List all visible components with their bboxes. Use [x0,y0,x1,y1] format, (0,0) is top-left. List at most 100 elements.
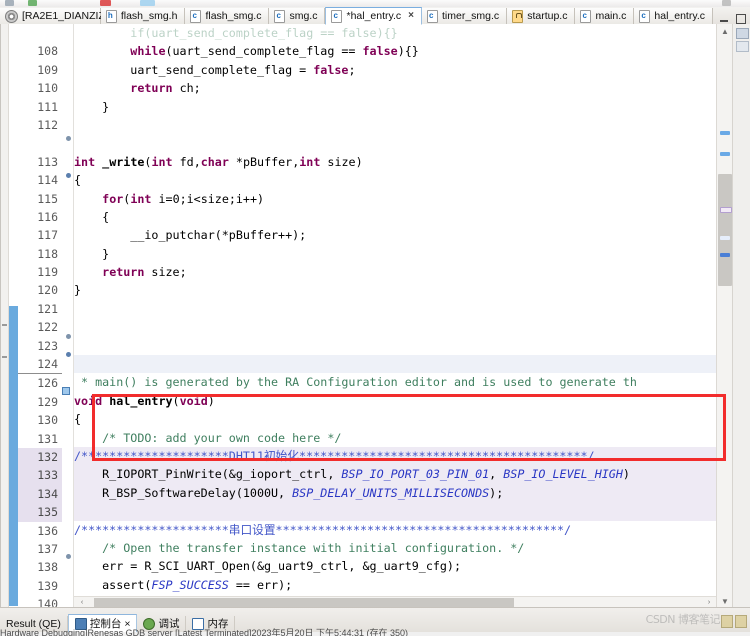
tab-label: smg.c [289,10,318,22]
build-icon[interactable] [140,0,155,6]
code-line[interactable]: { [74,171,717,189]
overview-marker[interactable] [720,131,730,135]
code-editor[interactable]: 108 109 110 111 112 113 114 115 116 117 118 119 120 1… [0,24,750,608]
tab-main-c[interactable]: main.c [575,8,635,24]
h-file-icon [105,9,117,23]
code-line[interactable]: } [74,245,717,263]
tab-smg-c[interactable]: smg.c [269,8,326,24]
fold-marker-icon[interactable] [65,173,71,178]
code-line[interactable] [74,502,717,521]
code-line[interactable]: while(uart_send_complete_flag == false){… [74,42,717,60]
tab-fsp-configuration[interactable]: [RA2E1_DIANZIZHONG1] FSP Confi... [0,8,204,24]
locked-file-icon [512,9,524,23]
line-number: 117 [37,228,58,243]
code-line[interactable] [74,134,717,152]
line-number: 111 [37,99,58,114]
line-number: 122 [37,320,58,335]
source-code-text[interactable]: if(uart_send_complete_flag == false){} w… [74,24,717,608]
line-number: 136 [37,523,58,538]
code-line[interactable]: /* TODO: add your own code here */ [74,429,717,447]
marker-tick [2,324,7,326]
line-number: 114 [37,173,58,188]
tab-startup-c[interactable]: startup.c [507,8,576,24]
tab-flash-smg-c[interactable]: flash_smg.c [185,8,270,24]
tab-hal-entry-c[interactable]: hal_entry.c [634,8,713,24]
close-icon[interactable]: × [408,8,414,24]
c-file-icon [639,9,651,23]
overview-marker[interactable] [720,207,732,213]
code-line[interactable]: int _write(int fd,char *pBuffer,int size… [74,153,717,171]
code-line[interactable] [74,116,717,134]
overview-marker[interactable] [720,253,730,257]
horizontal-scroll-thumb[interactable] [94,598,514,607]
code-line[interactable]: return ch; [74,79,717,97]
code-line[interactable]: for(int i=0;i<size;i++) [74,190,717,208]
code-line[interactable]: /*********************串口设置**************… [74,521,717,539]
overview-marker[interactable] [720,236,730,240]
editor-overview-ruler[interactable] [732,24,750,608]
fold-marker-icon[interactable] [65,352,71,357]
line-number: 120 [37,283,58,298]
code-line[interactable]: { [74,410,717,428]
print-icon[interactable] [28,0,37,6]
overview-marker[interactable] [720,152,730,156]
tab-label: hal_entry.c [654,10,705,22]
vertical-scroll-thumb[interactable] [718,174,732,286]
maximize-button[interactable] [735,14,746,24]
save-icon[interactable] [5,0,14,6]
csdn-watermark: CSDN 博客笔记 [645,613,721,626]
fold-marker-icon[interactable] [65,334,71,339]
line-number: 137 [37,541,58,556]
code-line[interactable]: err = R_SCI_UART_Open(&g_uart9_ctrl, &g_… [74,557,717,575]
fold-marker-icon[interactable] [65,554,71,559]
bookmark-icon[interactable] [62,387,70,395]
minimize-button[interactable] [719,14,730,23]
code-line[interactable]: __io_putchar(*pBuffer++); [74,226,717,244]
line-number: 131 [37,431,58,446]
line-number: 129 [37,394,58,409]
code-line[interactable]: R_BSP_SoftwareDelay(1000U, BSP_DELAY_UNI… [74,483,717,503]
tab-hal-entry-c-active[interactable]: *hal_entry.c × [325,7,422,25]
c-file-icon [331,9,343,23]
line-number: 115 [37,191,58,206]
tab-flash-smg-h[interactable]: flash_smg.h [100,8,186,24]
tab-label: startup.c [527,10,568,22]
code-line[interactable] [74,355,717,374]
c-file-icon [190,9,202,23]
code-line[interactable]: /*********************DHT11初始化**********… [74,446,717,466]
code-line[interactable]: } [74,98,717,116]
code-line[interactable] [74,337,717,355]
code-line[interactable]: assert(FSP_SUCCESS == err); [74,576,717,594]
line-number: 112 [37,117,58,132]
vertical-scrollbar[interactable]: ▲ ▼ [716,24,733,608]
line-number: 110 [37,81,58,96]
line-number: 133 [18,466,62,485]
code-line[interactable]: * main() is generated by the RA Configur… [74,373,717,391]
code-line[interactable]: } [74,281,717,299]
code-line[interactable]: R_IOPORT_PinWrite(&g_ioport_ctrl, BSP_IO… [74,465,717,484]
outline-icon[interactable] [736,28,749,39]
marker-tick [2,356,7,358]
tab-timer-smg-c[interactable]: timer_smg.c [422,8,508,24]
code-line[interactable]: return size; [74,263,717,281]
code-line[interactable]: void hal_entry(void) [74,392,717,410]
code-line[interactable]: { [74,208,717,226]
code-line[interactable] [74,318,717,336]
line-number [18,134,62,152]
code-folding-column[interactable] [62,24,74,608]
fold-marker-icon[interactable] [65,136,71,141]
scroll-down-icon[interactable]: ▼ [717,594,733,608]
code-line[interactable]: /* Open the transfer instance with initi… [74,539,717,557]
search-icon[interactable] [722,0,731,6]
editor-marker-bar[interactable] [1,24,9,608]
code-line[interactable] [74,300,717,318]
line-number: 124 [18,355,62,375]
stop-icon[interactable] [100,0,111,6]
code-line[interactable]: uart_send_complete_flag = false; [74,61,717,79]
outline-icon[interactable] [736,41,749,52]
line-number: 108 [37,44,58,59]
line-number: 109 [37,62,58,77]
code-line[interactable]: if(uart_send_complete_flag == false){} [74,24,717,42]
line-number: 130 [37,413,58,428]
scroll-up-icon[interactable]: ▲ [717,24,733,38]
